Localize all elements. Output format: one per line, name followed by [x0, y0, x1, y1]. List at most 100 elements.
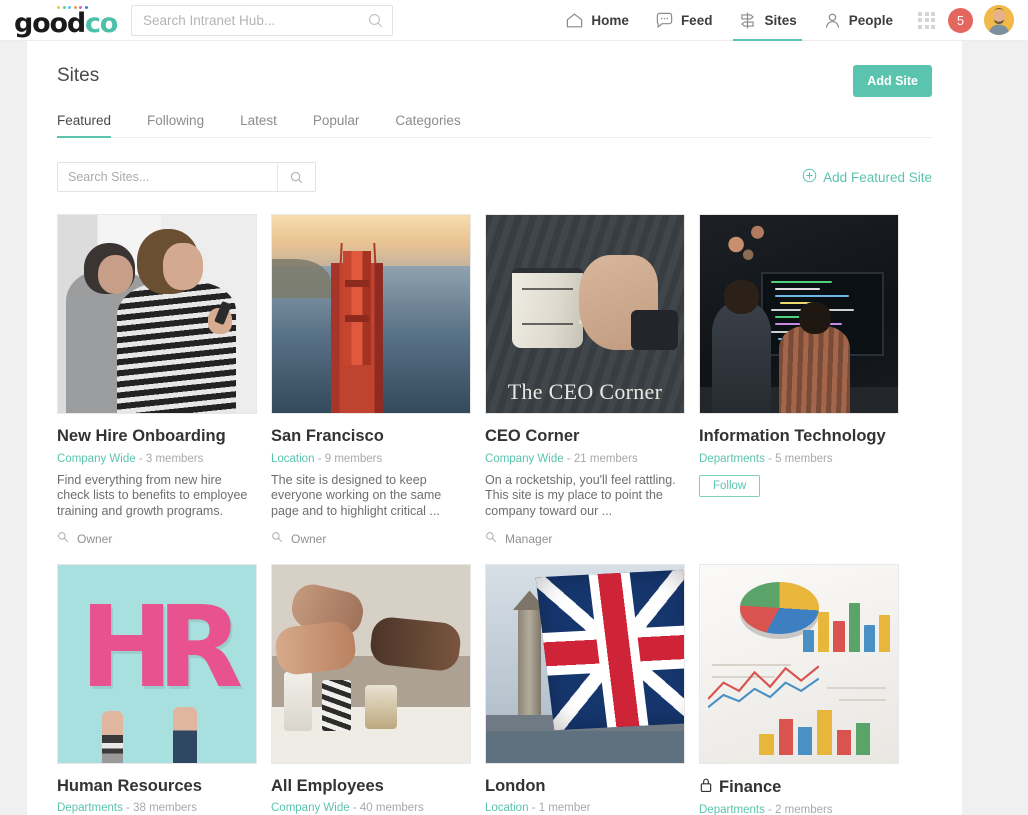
site-card-separator: - [566, 452, 571, 465]
site-thumbnail[interactable] [699, 563, 899, 764]
search-icon[interactable] [358, 12, 392, 29]
site-card-title-text: Finance [719, 777, 782, 796]
brand-logo[interactable]: goodco [14, 5, 118, 39]
site-thumbnail[interactable] [699, 214, 899, 414]
nav-item-sites[interactable]: Sites [725, 0, 809, 41]
two-men-at-whiteboard-image [58, 215, 256, 413]
global-search[interactable] [131, 4, 393, 36]
site-card-category[interactable]: Company Wide [57, 453, 136, 465]
site-card-separator: - [317, 452, 322, 465]
finance-charts-image [700, 564, 898, 763]
site-card-category[interactable]: Location [485, 802, 528, 814]
site-search[interactable] [57, 162, 316, 192]
nav-label-people: People [848, 12, 893, 28]
site-card-role-label: Owner [291, 531, 327, 546]
site-thumbnail[interactable] [57, 214, 257, 414]
ceo-mug-image: The CEO Corner [486, 215, 684, 413]
add-featured-site-label: Add Featured Site [823, 169, 932, 185]
site-card-title: London [485, 777, 685, 797]
site-card-title: New Hire Onboarding [57, 427, 257, 447]
site-thumbnail[interactable] [485, 563, 685, 764]
add-site-button[interactable]: Add Site [853, 65, 932, 97]
site-card-role-label: Owner [77, 531, 113, 546]
site-card-title-text: New Hire Onboarding [57, 427, 226, 445]
site-card[interactable]: New Hire Onboarding Company Wide - 3 mem… [57, 214, 257, 547]
site-card-members: 38 members [133, 802, 198, 815]
site-thumbnail[interactable]: HR [57, 563, 257, 764]
site-card-category[interactable]: Company Wide [485, 453, 564, 465]
site-card-title-text: Information Technology [699, 427, 886, 445]
tab-featured[interactable]: Featured [57, 113, 112, 138]
nav-item-people[interactable]: People [810, 0, 906, 41]
site-card-separator: - [138, 452, 143, 465]
site-card[interactable]: All Employees Company Wide - 40 members … [271, 563, 471, 815]
page-header: Sites Add Site [57, 41, 932, 97]
search-input[interactable] [132, 5, 358, 35]
site-card[interactable]: London Location - 1 member London drives… [485, 563, 685, 815]
tab-popular[interactable]: Popular [313, 113, 360, 137]
site-card-category[interactable]: Departments [57, 802, 123, 814]
site-card-members: 2 members [775, 804, 833, 815]
site-card-category[interactable]: Departments [699, 804, 765, 815]
notification-badge[interactable]: 5 [948, 7, 973, 33]
site-search-input[interactable] [58, 163, 277, 191]
site-search-button[interactable] [277, 163, 315, 191]
thumbnail-overlay-text: The CEO Corner [507, 379, 663, 405]
nav-label-home: Home [591, 12, 629, 28]
site-card-separator: - [531, 802, 536, 815]
hr-balloons-image: HR [58, 564, 256, 763]
site-card-role: Owner [57, 531, 257, 547]
site-card-category[interactable]: Company Wide [271, 802, 350, 814]
site-card[interactable]: Finance Departments - 2 members Payroll,… [699, 563, 899, 815]
sites-toolbar: Add Featured Site [57, 162, 932, 192]
site-card-meta: Departments - 38 members [57, 802, 257, 814]
site-card-meta: Departments - 5 members [699, 453, 899, 465]
nav-item-home[interactable]: Home [552, 0, 642, 41]
tab-categories[interactable]: Categories [395, 113, 460, 137]
site-card-title-text: CEO Corner [485, 427, 580, 445]
brand-logo-text: goodco [14, 8, 118, 39]
fist-bump-image [272, 564, 470, 763]
site-thumbnail[interactable] [271, 563, 471, 764]
site-card-title: San Francisco [271, 427, 471, 447]
site-card[interactable]: The CEO Corner CEO Corner Company Wide -… [485, 214, 685, 547]
page-background: Sites Add Site Featured Following Latest… [0, 41, 1028, 815]
site-card[interactable]: San Francisco Location - 9 members The s… [271, 214, 471, 547]
site-card-meta: Company Wide - 3 members [57, 453, 257, 465]
site-card[interactable]: HR Human Resources Departments - 38 memb… [57, 563, 257, 815]
site-card-category[interactable]: Departments [699, 453, 765, 465]
site-card-meta: Company Wide - 21 members [485, 453, 685, 465]
site-card-members: 3 members [145, 452, 204, 465]
grid-apps-icon[interactable] [918, 11, 935, 29]
site-thumbnail[interactable] [271, 214, 471, 414]
tab-latest[interactable]: Latest [240, 113, 277, 137]
avatar[interactable] [984, 5, 1014, 35]
site-card-separator: - [352, 802, 357, 815]
site-card-title-text: All Employees [271, 776, 384, 795]
golden-gate-bridge-image [272, 215, 470, 413]
site-thumbnail[interactable]: The CEO Corner [485, 214, 685, 414]
site-card-members: 9 members [324, 452, 383, 465]
site-card-members: 40 members [359, 802, 424, 815]
featured-sites-grid: New Hire Onboarding Company Wide - 3 mem… [57, 214, 932, 815]
home-icon [565, 11, 584, 30]
site-card-category[interactable]: Location [271, 453, 314, 465]
site-card-separator: - [126, 802, 130, 815]
site-card-title: CEO Corner [485, 427, 685, 447]
main-navigation: Home Feed Sites People 5 [552, 0, 1028, 41]
nav-label-sites: Sites [764, 12, 797, 28]
chat-bubble-icon [655, 11, 674, 30]
site-card-separator: - [768, 452, 772, 465]
nav-item-feed[interactable]: Feed [642, 0, 726, 41]
site-card-title: Information Technology [699, 427, 899, 447]
site-card-meta: Departments - 2 members [699, 804, 899, 815]
sites-tabs: Featured Following Latest Popular Catego… [57, 113, 932, 138]
site-card-members: 21 members [573, 452, 638, 465]
add-featured-site-link[interactable]: Add Featured Site [802, 168, 932, 186]
site-card-description: Find everything from new hire check list… [57, 472, 248, 519]
follow-button[interactable]: Follow [699, 474, 761, 497]
brand-name-accent: co [84, 8, 118, 39]
tab-following[interactable]: Following [147, 113, 204, 137]
site-card-title-text: Human Resources [57, 776, 202, 795]
site-card[interactable]: Information Technology Departments - 5 m… [699, 214, 899, 547]
